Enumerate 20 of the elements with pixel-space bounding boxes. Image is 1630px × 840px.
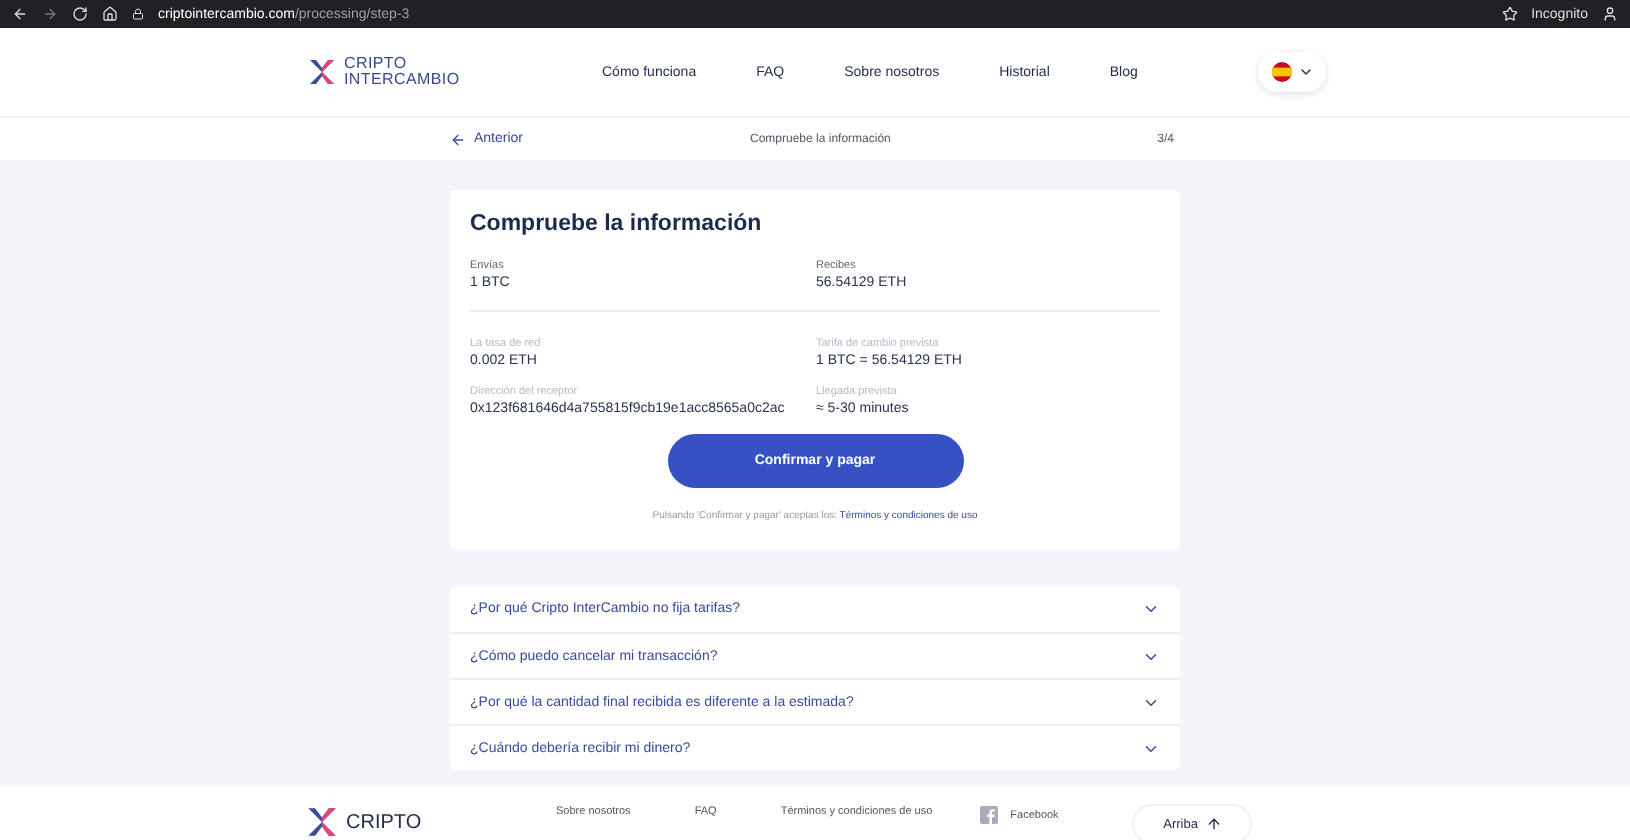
logo-text: INTERCAMBIO: [344, 72, 460, 88]
home-icon[interactable]: [102, 6, 118, 22]
logo-text: CRIPTO: [344, 56, 409, 72]
logo-icon: [308, 58, 336, 86]
footer-logo-text: CRIPTO: [346, 811, 422, 833]
card-title: Compruebe la información: [470, 212, 764, 236]
chevron-icon: [1142, 600, 1160, 618]
logo-icon: [306, 806, 338, 838]
back-icon[interactable]: [12, 6, 28, 22]
flag-icon: [1271, 62, 1291, 82]
lock-icon: [132, 8, 144, 20]
chevron-down-icon: [1297, 64, 1313, 80]
arrow-left-icon: [450, 131, 466, 147]
facebook-icon: [980, 806, 999, 824]
bookmark-icon[interactable]: [1501, 6, 1518, 22]
language-button[interactable]: [1258, 52, 1326, 92]
reload-icon[interactable]: [72, 6, 88, 22]
arrow-up-icon: [1205, 816, 1222, 832]
forward-icon[interactable]: [42, 6, 58, 22]
profile-icon[interactable]: [1602, 6, 1618, 22]
